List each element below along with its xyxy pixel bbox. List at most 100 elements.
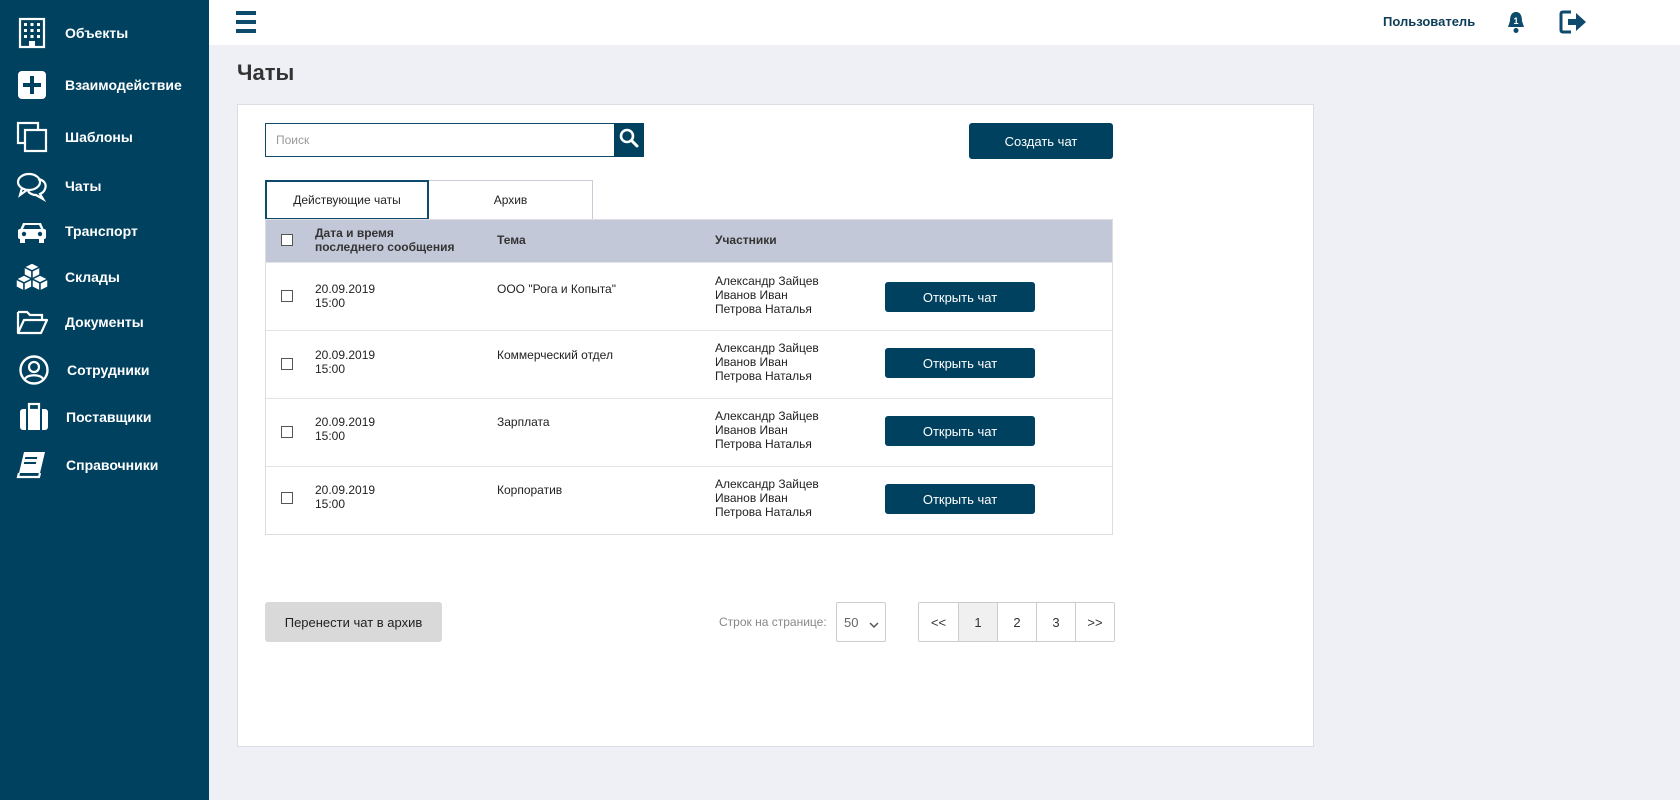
rows-per-page-value: 50: [844, 614, 859, 630]
page-button-1[interactable]: 1: [958, 603, 997, 641]
user-circle-icon: [18, 354, 50, 386]
search-input[interactable]: [265, 123, 614, 157]
chats-table: Дата и время последнего сообщения Тема У…: [265, 219, 1113, 535]
sidebar-item-label: Транспорт: [65, 223, 138, 239]
book-icon: [16, 449, 48, 481]
member-name: Иванов Иван: [715, 491, 788, 505]
sidebar-item-label: Сотрудники: [67, 362, 150, 378]
sidebar: Объекты Взаимодействие Шаблоны Чаты Тран…: [0, 0, 209, 800]
row-checkbox[interactable]: [281, 492, 293, 504]
sidebar-item-documents[interactable]: Документы: [0, 302, 209, 342]
sidebar-item-label: Склады: [65, 269, 120, 285]
header-topic: Тема: [497, 233, 526, 247]
sidebar-item-warehouses[interactable]: Склады: [0, 257, 209, 297]
tab-archive[interactable]: Архив: [429, 180, 593, 220]
row-members: Александр Зайцев Иванов Иван Петрова Нат…: [715, 341, 819, 383]
sidebar-item-suppliers[interactable]: Поставщики: [0, 397, 209, 437]
table-row: 20.09.2019 15:00 Коммерческий отдел Алек…: [266, 330, 1112, 398]
row-date: 20.09.2019: [315, 348, 376, 362]
row-datetime: 20.09.2019 15:00: [315, 483, 375, 511]
row-topic: ООО "Рога и Копыта": [497, 282, 616, 296]
chat-icon: [16, 170, 48, 202]
sidebar-item-references[interactable]: Справочники: [0, 445, 209, 485]
row-date: 20.09.2019: [315, 282, 376, 296]
row-checkbox[interactable]: [281, 290, 293, 302]
member-name: Иванов Иван: [715, 288, 788, 302]
member-name: Александр Зайцев: [715, 274, 819, 288]
member-name: Петрова Наталья: [715, 505, 812, 519]
page-title: Чаты: [237, 60, 295, 85]
member-name: Петрова Наталья: [715, 437, 812, 451]
sidebar-item-label: Объекты: [65, 25, 129, 41]
page-button-3[interactable]: 3: [1036, 603, 1075, 641]
row-checkbox[interactable]: [281, 358, 293, 370]
briefcase-icon: [18, 401, 50, 433]
row-topic: Зарплата: [497, 415, 550, 429]
search-button[interactable]: [614, 123, 644, 157]
chevron-down-icon: [869, 618, 879, 633]
sidebar-item-employees[interactable]: Сотрудники: [0, 350, 209, 390]
row-time: 15:00: [315, 429, 346, 443]
building-icon: [16, 17, 48, 49]
tab-active-chats[interactable]: Действующие чаты: [265, 180, 429, 220]
copy-icon: [16, 121, 48, 153]
create-chat-button[interactable]: Создать чат: [969, 123, 1113, 159]
open-chat-button[interactable]: Открыть чат: [885, 348, 1035, 378]
car-icon: [16, 215, 48, 247]
sidebar-item-interaction[interactable]: Взаимодействие: [0, 65, 209, 105]
page-button-2[interactable]: 2: [997, 603, 1036, 641]
member-name: Александр Зайцев: [715, 409, 819, 423]
table-row: 20.09.2019 15:00 Корпоратив Александр За…: [266, 466, 1112, 534]
row-time: 15:00: [315, 497, 346, 511]
sidebar-item-label: Справочники: [66, 457, 159, 473]
bell-icon[interactable]: 1: [1504, 10, 1528, 34]
row-date: 20.09.2019: [315, 483, 376, 497]
user-menu[interactable]: Пользователь: [1383, 14, 1475, 29]
row-topic: Корпоратив: [497, 483, 563, 497]
header-date-line2: последнего сообщения: [315, 240, 455, 254]
first-page-button[interactable]: <<: [919, 603, 958, 641]
member-name: Иванов Иван: [715, 423, 788, 437]
sidebar-item-label: Шаблоны: [65, 129, 133, 145]
table-header: Дата и время последнего сообщения Тема У…: [266, 220, 1112, 262]
menu-toggle-icon[interactable]: [236, 11, 256, 33]
header-date-line1: Дата и время: [315, 226, 394, 240]
logout-icon[interactable]: [1559, 9, 1587, 35]
move-to-archive-button[interactable]: Перенести чат в архив: [265, 602, 442, 642]
notification-count: 1: [1513, 16, 1518, 26]
table-row: 20.09.2019 15:00 ООО "Рога и Копыта" Але…: [266, 262, 1112, 330]
pagination: << 1 2 3 >>: [918, 602, 1115, 642]
member-name: Александр Зайцев: [715, 477, 819, 491]
sidebar-item-transport[interactable]: Транспорт: [0, 211, 209, 251]
member-name: Петрова Наталья: [715, 302, 812, 316]
row-datetime: 20.09.2019 15:00: [315, 282, 375, 310]
sidebar-item-chats[interactable]: Чаты: [0, 166, 209, 206]
search-icon: [619, 128, 639, 153]
search-bar: [265, 123, 644, 157]
row-time: 15:00: [315, 362, 346, 376]
sidebar-item-label: Поставщики: [66, 409, 152, 425]
member-name: Александр Зайцев: [715, 341, 819, 355]
last-page-button[interactable]: >>: [1075, 603, 1114, 641]
sidebar-item-label: Документы: [65, 314, 144, 330]
boxes-icon: [16, 261, 48, 293]
member-name: Иванов Иван: [715, 355, 788, 369]
folder-open-icon: [16, 306, 48, 338]
sidebar-item-label: Взаимодействие: [65, 77, 182, 93]
open-chat-button[interactable]: Открыть чат: [885, 484, 1035, 514]
rows-per-page-label: Строк на странице:: [719, 615, 827, 629]
row-checkbox[interactable]: [281, 426, 293, 438]
open-chat-button[interactable]: Открыть чат: [885, 416, 1035, 446]
sidebar-item-templates[interactable]: Шаблоны: [0, 117, 209, 157]
select-all-checkbox[interactable]: [281, 234, 293, 246]
rows-per-page-select[interactable]: 50: [836, 602, 886, 642]
row-datetime: 20.09.2019 15:00: [315, 415, 375, 443]
open-chat-button[interactable]: Открыть чат: [885, 282, 1035, 312]
plus-square-icon: [16, 69, 48, 101]
header-date: Дата и время последнего сообщения: [315, 226, 454, 254]
top-bar: Пользователь 1: [209, 0, 1680, 45]
chats-panel: Создать чат Действующие чаты Архив Дата …: [237, 104, 1314, 747]
header-members: Участники: [715, 233, 777, 247]
row-members: Александр Зайцев Иванов Иван Петрова Нат…: [715, 477, 819, 519]
sidebar-item-objects[interactable]: Объекты: [0, 13, 209, 53]
